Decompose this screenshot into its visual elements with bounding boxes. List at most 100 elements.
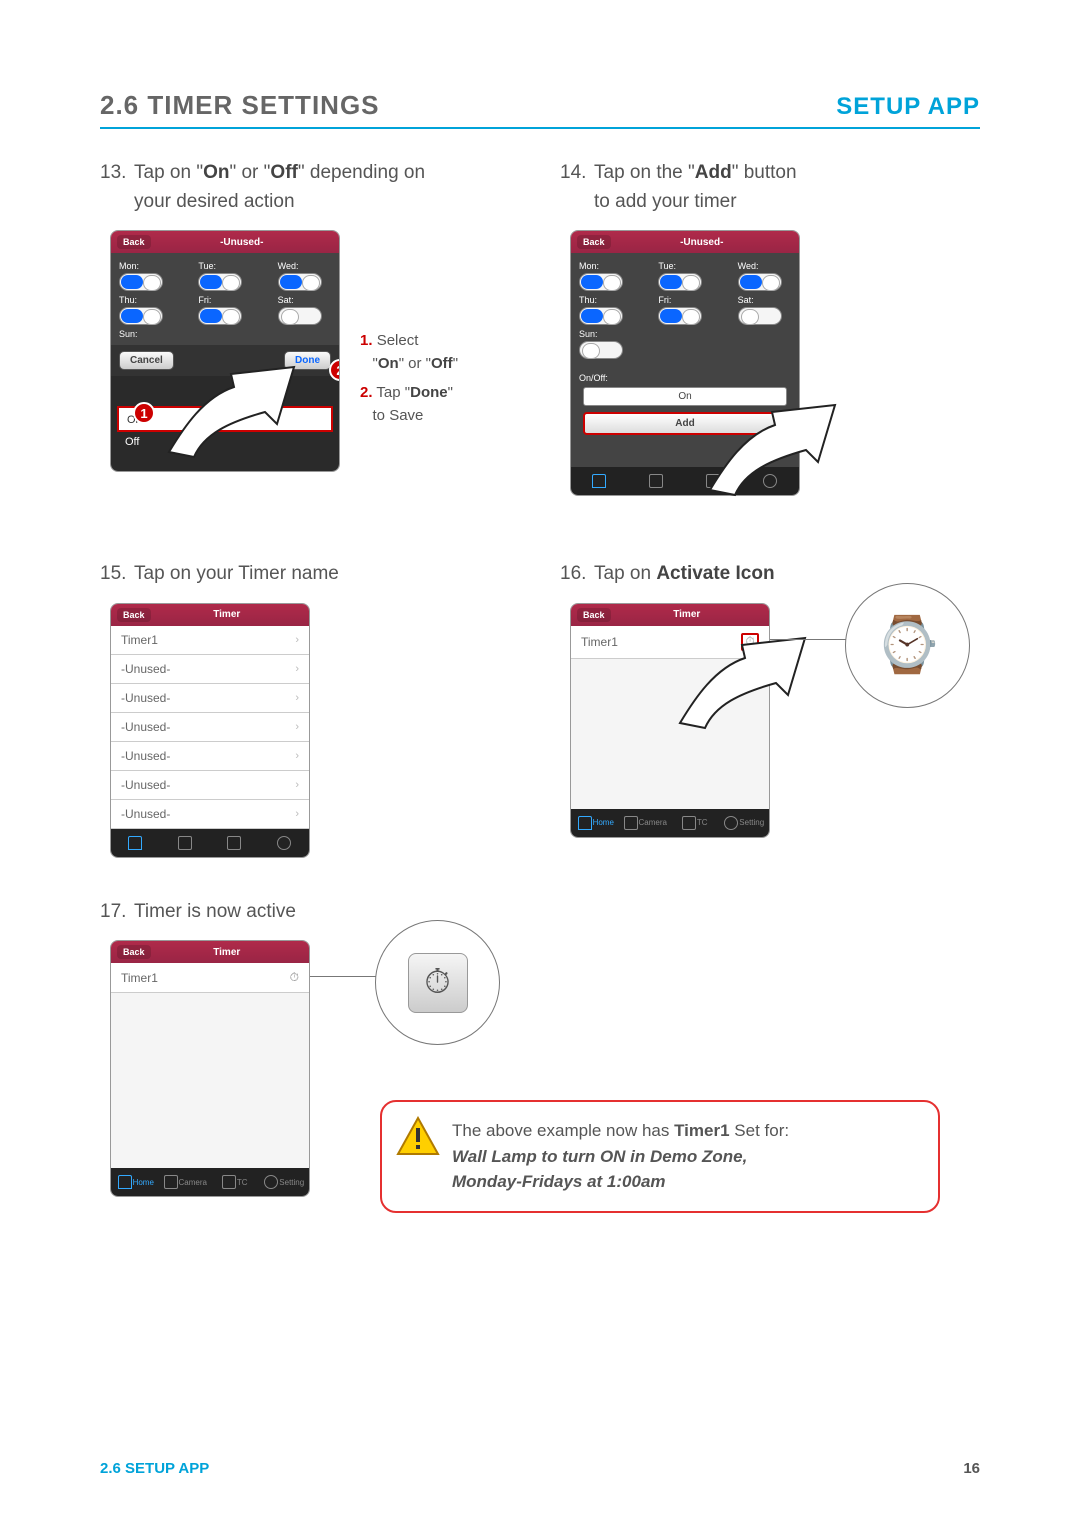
tab-setting[interactable]: Setting [720, 809, 770, 837]
day-mon-label: Mon: [119, 261, 139, 271]
example-callout: The above example now has Timer1 Set for… [380, 1100, 940, 1213]
step-17-text: 17.Timer is now active [100, 898, 980, 927]
day-wed-label: Wed: [278, 261, 299, 271]
step-13-annotation-2: 2. Tap "Done" to Save [360, 382, 453, 427]
page-footer: 2.6 SETUP APP 16 [100, 1460, 980, 1477]
day-toggle-grid: Mon: Tue: Wed: Thu: Fri: Sat: Sun: [571, 253, 799, 367]
footer-section: 2.6 SETUP APP [100, 1460, 209, 1477]
day-fri-label: Fri: [658, 295, 671, 305]
picker-wheel[interactable]: On Off 1 [111, 376, 339, 471]
day-sun-label: Sun: [579, 329, 598, 339]
tab-home[interactable]: Home [571, 809, 621, 837]
day-thu-label: Thu: [579, 295, 597, 305]
day-fri-label: Fri: [198, 295, 211, 305]
home-icon [128, 836, 142, 850]
toggle-sat[interactable] [738, 307, 782, 325]
back-button[interactable]: Back [117, 945, 151, 959]
stopwatch-icon: ⌚ [874, 614, 941, 677]
page-header: 2.6 TIMER SETTINGS SETUP APP [100, 90, 980, 129]
list-item[interactable]: -Unused-› [111, 800, 309, 829]
tab-camera[interactable] [628, 467, 685, 495]
toggle-mon[interactable] [579, 273, 623, 291]
chevron-right-icon: › [295, 663, 299, 675]
toggle-sun[interactable] [579, 341, 623, 359]
list-item[interactable]: -Unused-› [111, 713, 309, 742]
tab-tc[interactable]: TC [670, 809, 720, 837]
gear-icon [277, 836, 291, 850]
day-tue-label: Tue: [658, 261, 676, 271]
screen-title: Timer [611, 609, 763, 620]
leader-line [310, 976, 380, 977]
tab-home[interactable]: Home [111, 1168, 161, 1196]
toggle-sat[interactable] [278, 307, 322, 325]
section-title: TIMER SETTINGS [147, 90, 379, 120]
tc-icon [227, 836, 241, 850]
camera-icon [624, 816, 638, 830]
tab-bar [111, 829, 309, 857]
chevron-right-icon: › [295, 779, 299, 791]
toggle-wed[interactable] [278, 273, 322, 291]
tab-camera[interactable] [161, 829, 211, 857]
hand-pointer-icon [690, 400, 850, 510]
back-button[interactable]: Back [577, 608, 611, 622]
toggle-thu[interactable] [119, 307, 163, 325]
step-14-text: 14.Tap on the "Add" button to add your t… [560, 159, 980, 216]
tab-camera[interactable]: Camera [161, 1168, 211, 1196]
timer-list: Timer1› -Unused-› -Unused-› -Unused-› -U… [111, 626, 309, 829]
page-title: 2.6 TIMER SETTINGS [100, 90, 380, 121]
list-item[interactable]: Timer1› [111, 626, 309, 655]
toggle-fri[interactable] [198, 307, 242, 325]
screen-title: Timer [151, 947, 303, 958]
camera-icon [164, 1175, 178, 1189]
gear-icon [724, 816, 738, 830]
tab-home[interactable] [571, 467, 628, 495]
list-item[interactable]: Timer1 ⏱ [111, 963, 309, 993]
active-icon-zoom: ⏱ [375, 920, 500, 1045]
toggle-wed[interactable] [738, 273, 782, 291]
leader-line [770, 639, 850, 640]
tab-bar: Home Camera TC Setting [571, 809, 769, 837]
chevron-right-icon: › [295, 750, 299, 762]
chevron-right-icon: › [295, 721, 299, 733]
toggle-thu[interactable] [579, 307, 623, 325]
back-button[interactable]: Back [577, 235, 611, 249]
section-number: 2.6 [100, 90, 139, 120]
day-wed-label: Wed: [738, 261, 759, 271]
tab-camera[interactable]: Camera [621, 809, 671, 837]
toggle-tue[interactable] [198, 273, 242, 291]
list-item[interactable]: -Unused-› [111, 771, 309, 800]
list-item[interactable]: -Unused-› [111, 655, 309, 684]
day-sat-label: Sat: [278, 295, 294, 305]
home-icon [118, 1175, 132, 1189]
screen-title: -Unused- [611, 237, 793, 248]
tab-home[interactable] [111, 829, 161, 857]
chevron-right-icon: › [295, 634, 299, 646]
page-number: 16 [963, 1460, 980, 1477]
tab-tc[interactable] [210, 829, 260, 857]
step-17-phone: Back Timer Timer1 ⏱ Home Camera TC Setti… [110, 940, 310, 1197]
tab-setting[interactable] [260, 829, 310, 857]
screen-title: Timer [151, 609, 303, 620]
toggle-mon[interactable] [119, 273, 163, 291]
back-button[interactable]: Back [117, 235, 151, 249]
tab-setting[interactable]: Setting [260, 1168, 310, 1196]
back-button[interactable]: Back [117, 608, 151, 622]
camera-icon [178, 836, 192, 850]
step-15-phone: Back Timer Timer1› -Unused-› -Unused-› -… [110, 603, 310, 858]
step-15-text: 15.Tap on your Timer name [100, 560, 520, 589]
chevron-right-icon: › [295, 808, 299, 820]
toggle-fri[interactable] [658, 307, 702, 325]
activate-icon-zoom: ⌚ [845, 583, 970, 708]
camera-icon [649, 474, 663, 488]
tc-icon [682, 816, 696, 830]
tc-icon [222, 1175, 236, 1189]
step-13-text: 13.Tap on "On" or "Off" depending on you… [100, 159, 520, 216]
list-item[interactable]: -Unused-› [111, 742, 309, 771]
day-sun-label: Sun: [119, 329, 138, 339]
day-sat-label: Sat: [738, 295, 754, 305]
toggle-tue[interactable] [658, 273, 702, 291]
list-item[interactable]: -Unused-› [111, 684, 309, 713]
step-13-annotation-1: 1. Select "On" or "Off" [360, 330, 458, 375]
app-label: SETUP APP [836, 93, 980, 121]
tab-tc[interactable]: TC [210, 1168, 260, 1196]
